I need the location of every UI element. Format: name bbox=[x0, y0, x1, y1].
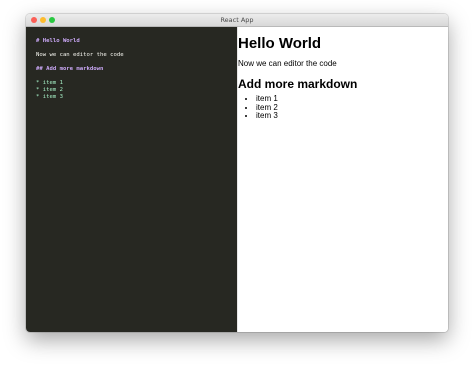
editor-line-list-item: * item 1 bbox=[36, 80, 63, 86]
list-item: item 3 bbox=[256, 111, 448, 121]
app-window: React App # Hello World Now we can edito… bbox=[26, 14, 448, 332]
editor-line-h1: # Hello World bbox=[36, 38, 80, 44]
app-content: # Hello World Now we can editor the code… bbox=[26, 27, 448, 332]
markdown-editor[interactable]: # Hello World Now we can editor the code… bbox=[26, 27, 237, 332]
preview-heading-h2: Add more markdown bbox=[238, 77, 358, 91]
title-bar[interactable]: React App bbox=[26, 14, 448, 27]
editor-line-paragraph: Now we can editor the code bbox=[36, 52, 124, 58]
preview-list: item 1 item 2 item 3 bbox=[238, 94, 448, 121]
editor-line-list-item: * item 3 bbox=[36, 94, 63, 100]
preview-paragraph: Now we can editor the code bbox=[238, 59, 337, 68]
preview-heading-h1: Hello World bbox=[238, 35, 322, 52]
list-item: item 2 bbox=[256, 103, 448, 113]
editor-line-h2: ## Add more markdown bbox=[36, 66, 104, 72]
editor-line-list-item: * item 2 bbox=[36, 87, 63, 93]
window-title: React App bbox=[220, 16, 254, 24]
list-item: item 1 bbox=[256, 94, 448, 104]
markdown-preview: Hello World Now we can editor the code A… bbox=[237, 27, 448, 332]
